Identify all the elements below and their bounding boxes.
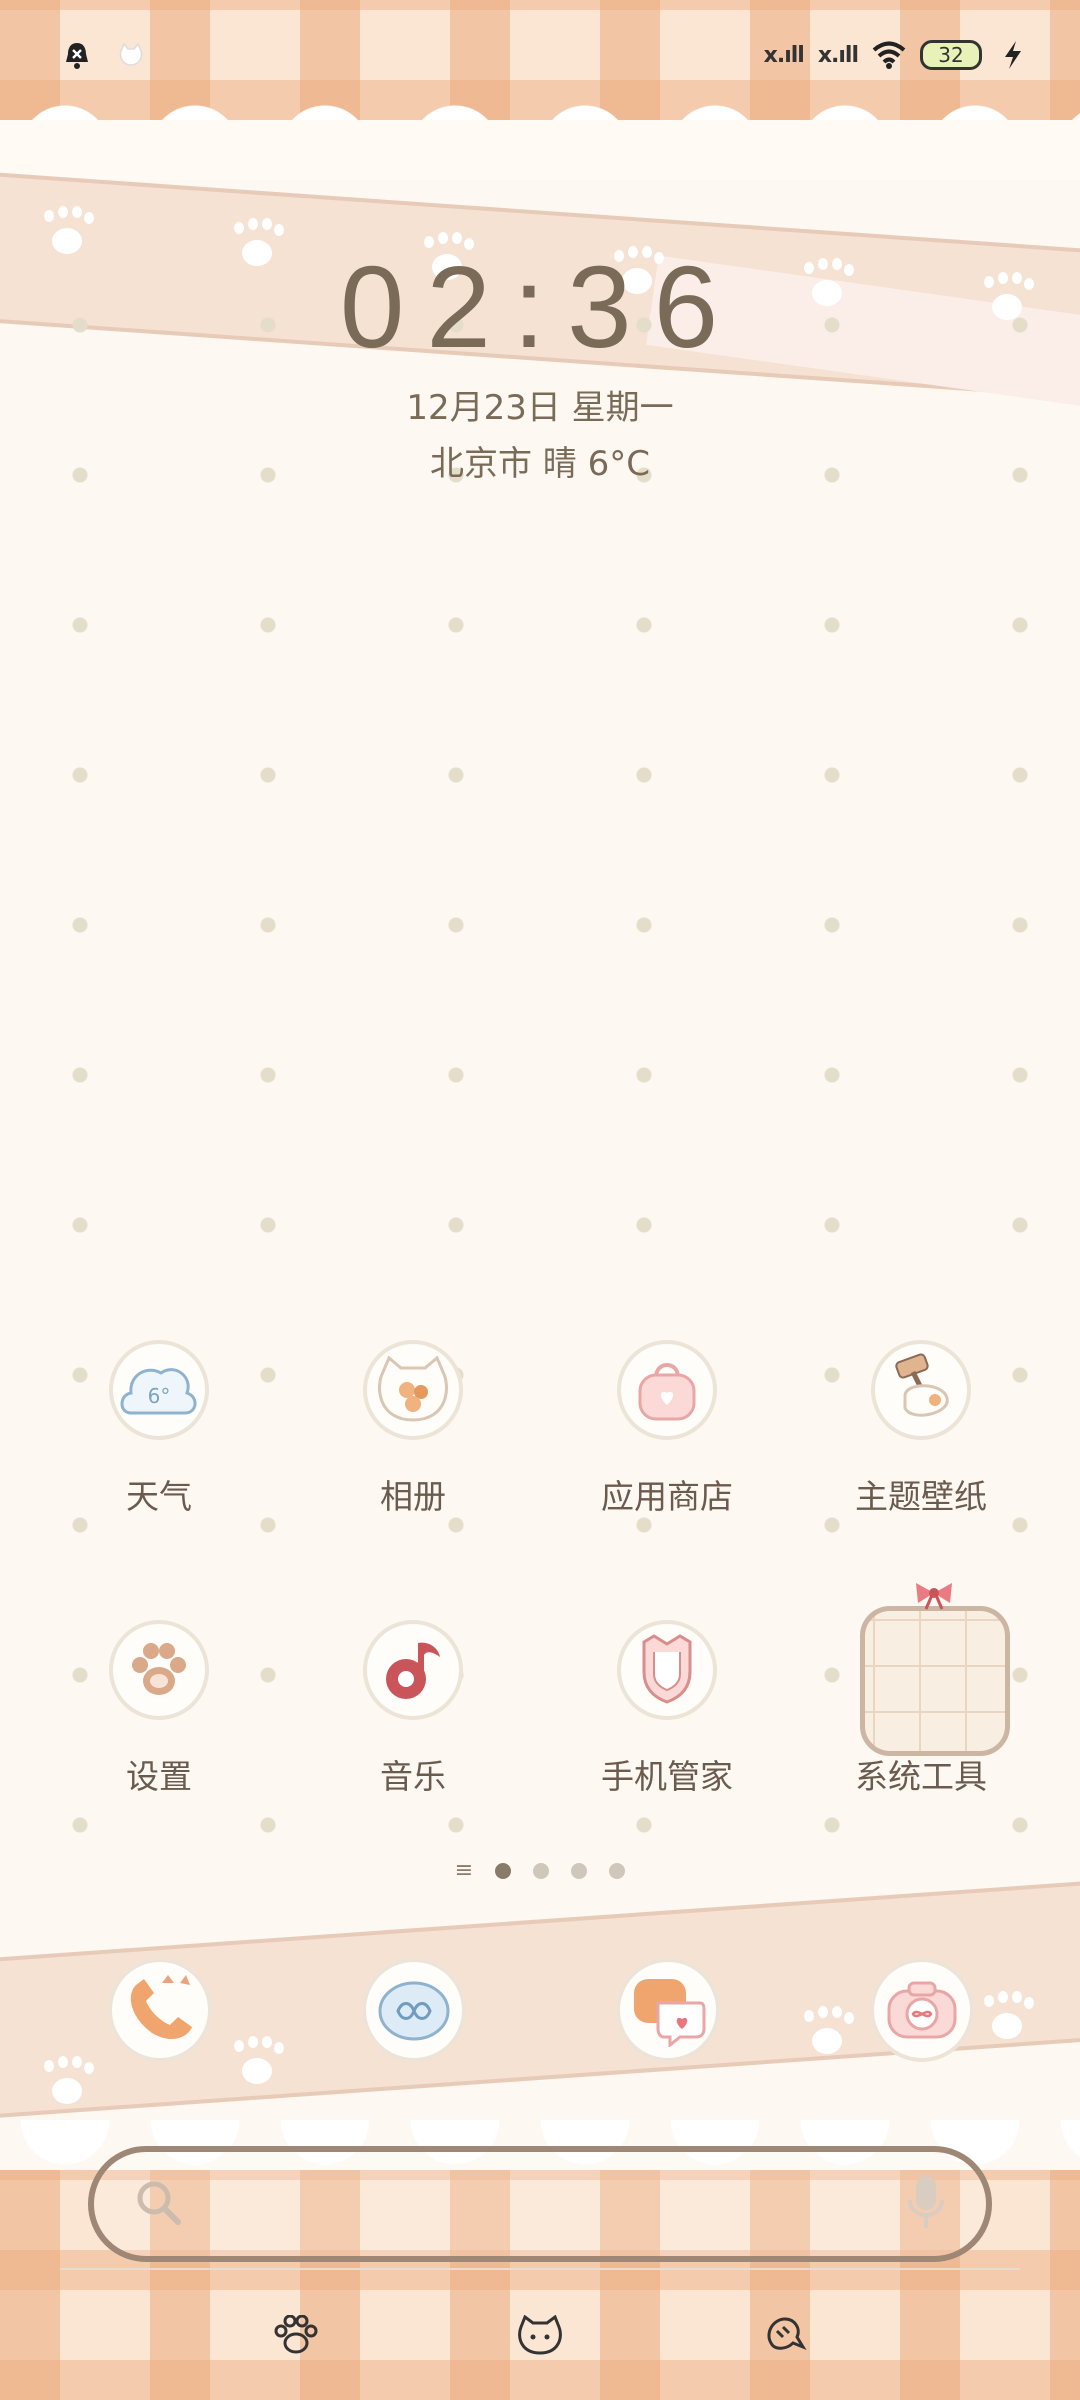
camera-icon <box>887 1981 957 2039</box>
app-label: 应用商店 <box>601 1477 733 1516</box>
page-dot[interactable] <box>609 1862 626 1879</box>
app-weather[interactable]: 6° 天气 <box>32 1340 286 1540</box>
paw-print-icon <box>800 2010 854 2058</box>
app-label: 系统工具 <box>855 1757 987 1796</box>
microphone-icon[interactable] <box>906 2174 946 2230</box>
nav-recents-fish-icon[interactable] <box>756 2310 812 2360</box>
page-indicator[interactable]: ≡ <box>0 1858 1080 1883</box>
divider <box>60 2268 1020 2270</box>
phone-cat-icon <box>130 1975 192 2040</box>
search-icon[interactable] <box>134 2178 182 2226</box>
messages-icon <box>634 1979 706 2047</box>
paw-print-icon <box>980 1995 1034 2043</box>
gallery-cat-icon <box>363 1340 463 1440</box>
signal-strength-1: x.ıll <box>763 42 805 68</box>
app-label: 相册 <box>380 1477 446 1516</box>
navigation-bar[interactable] <box>0 2310 1080 2370</box>
page-dot[interactable] <box>533 1862 550 1879</box>
status-bar: x.ıll x.ıll 32 <box>0 0 1080 110</box>
clock-date: 12月23日 星期一 <box>406 388 674 428</box>
page-menu-icon[interactable]: ≡ <box>455 1858 473 1883</box>
dock-browser[interactable] <box>362 1958 466 2062</box>
dock-phone[interactable] <box>108 1958 212 2062</box>
folder-system-tools[interactable]: 系统工具 <box>794 1583 1048 1820</box>
theme-brush-icon <box>871 1340 971 1440</box>
app-label: 音乐 <box>380 1757 446 1796</box>
nav-back-paw-icon[interactable] <box>268 2310 324 2360</box>
app-label: 天气 <box>126 1477 192 1516</box>
app-label: 手机管家 <box>601 1757 733 1796</box>
cat-face-icon <box>114 38 148 72</box>
page-dot-active[interactable] <box>495 1862 512 1879</box>
svg-text:6°: 6° <box>148 1384 171 1408</box>
folder-icon <box>860 1606 1010 1756</box>
paw-print-icon <box>230 2040 284 2088</box>
browser-bubble-icon <box>378 1981 450 2041</box>
app-phone-manager[interactable]: 手机管家 <box>540 1620 794 1820</box>
lightning-icon <box>996 38 1030 72</box>
paw-print-icon <box>40 2060 94 2108</box>
app-label: 主题壁纸 <box>855 1477 987 1516</box>
paw-settings-icon <box>109 1620 209 1720</box>
dock-messages[interactable] <box>616 1958 720 2062</box>
page-dot[interactable] <box>571 1862 588 1879</box>
weather-cloud-icon: 6° <box>109 1340 209 1440</box>
app-gallery[interactable]: 相册 <box>286 1340 540 1540</box>
app-store-bag-icon <box>617 1340 717 1440</box>
app-themes[interactable]: 主题壁纸 <box>794 1340 1048 1540</box>
weather-summary[interactable]: 北京市 晴 6°C <box>0 436 1080 485</box>
battery-indicator: 32 <box>920 40 982 70</box>
signal-strength-2: x.ıll <box>817 42 859 68</box>
app-music[interactable]: 音乐 <box>286 1620 540 1820</box>
shield-security-icon <box>617 1620 717 1720</box>
lace-band-decoration <box>0 120 1080 180</box>
nav-home-cat-icon[interactable] <box>512 2310 568 2360</box>
app-app-store[interactable]: 应用商店 <box>540 1340 794 1540</box>
dock-camera[interactable] <box>870 1958 974 2062</box>
app-settings[interactable]: 设置 <box>32 1620 286 1820</box>
music-note-icon <box>363 1620 463 1720</box>
wifi-icon <box>872 38 906 72</box>
app-label: 设置 <box>126 1757 192 1796</box>
alarm-off-icon <box>60 38 94 72</box>
clock-time[interactable]: 02:36 <box>0 240 1080 374</box>
search-bar[interactable] <box>88 2146 992 2262</box>
bow-icon <box>912 1580 956 1620</box>
